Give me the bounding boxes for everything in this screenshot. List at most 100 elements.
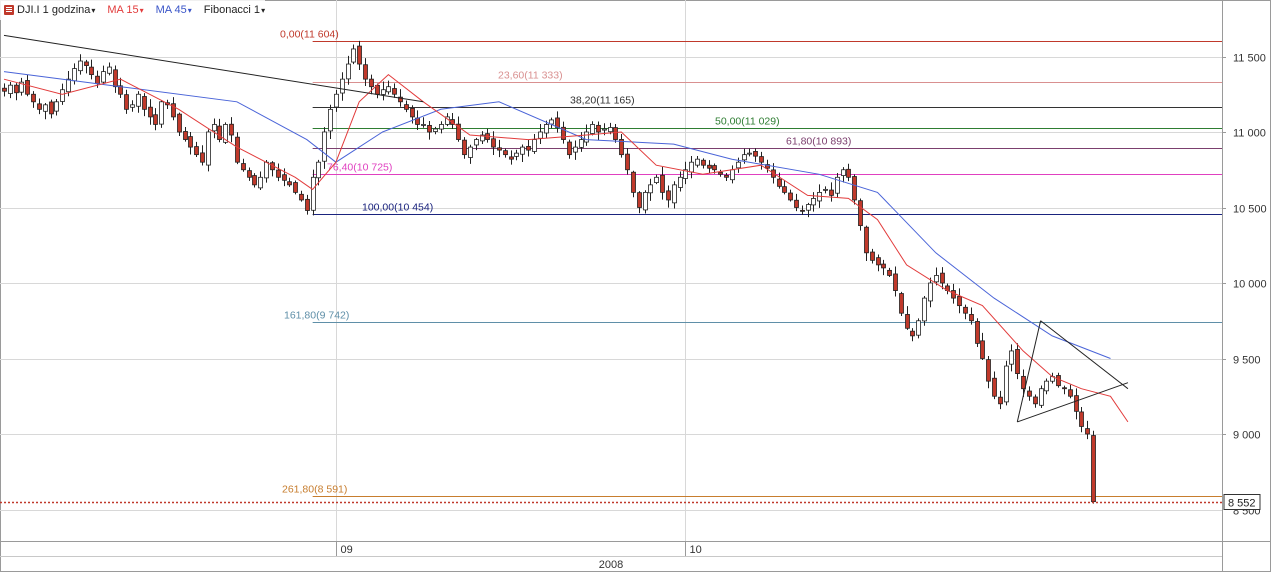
candle-body <box>544 124 549 134</box>
candle-body <box>369 78 374 88</box>
candle-body <box>1004 365 1009 403</box>
candle-body <box>858 200 863 227</box>
candle-body <box>37 103 42 110</box>
candle-body <box>264 161 269 179</box>
candle-body <box>293 182 298 193</box>
candle-body <box>468 146 473 158</box>
candle-body <box>777 178 782 187</box>
fib-level-label: 50,00(11 029) <box>715 116 780 128</box>
candle-body <box>1056 375 1061 387</box>
candle-body <box>1033 396 1038 405</box>
candle-body <box>794 199 799 208</box>
candle-body <box>637 192 642 208</box>
candle-body <box>328 108 333 132</box>
candle-body <box>462 139 467 156</box>
candle-body <box>963 306 968 314</box>
last-price-label: 8 552 <box>1228 498 1256 510</box>
chart-frame <box>0 0 1271 572</box>
candle-body <box>753 151 758 157</box>
candle-body <box>142 96 147 110</box>
candle-body <box>212 124 217 132</box>
candle-body <box>922 297 927 322</box>
y-tick-label: 9 000 <box>1233 430 1261 442</box>
candle-body <box>736 161 741 169</box>
y-tick-label: 10 500 <box>1233 204 1267 216</box>
candle-body <box>153 114 158 125</box>
candle-body <box>928 282 933 302</box>
candle-body <box>841 169 846 176</box>
fibonacci-indicator[interactable]: Fibonacci 1 ▾ <box>204 4 265 16</box>
candle-body <box>8 84 13 94</box>
candle-body <box>992 377 997 397</box>
candle-body <box>410 107 415 118</box>
candle-body <box>311 176 316 211</box>
candle-body <box>113 69 118 88</box>
candle-body <box>334 93 339 108</box>
candle-body <box>625 153 630 171</box>
candle-body <box>95 75 100 85</box>
y-tick-label: 9 500 <box>1233 355 1261 367</box>
candle-body <box>532 139 537 152</box>
ma45-indicator[interactable]: MA 45 ▾ <box>156 4 192 16</box>
fib-level-label: 76,40(10 725) <box>327 162 392 174</box>
candle-body <box>229 123 234 136</box>
candle-body <box>608 127 613 133</box>
candle-body <box>823 188 828 191</box>
candle-body <box>1062 387 1067 390</box>
price-chart[interactable]: 9 000 9 500 10 000 10 500 11 000 11 500 09 10 20… <box>0 0 1271 572</box>
candle-body <box>1009 350 1014 365</box>
candle-body <box>672 184 677 204</box>
candle-body <box>177 113 182 133</box>
candle-body <box>916 320 921 336</box>
candle-body <box>404 104 409 110</box>
candle-body <box>951 290 956 299</box>
candle-body <box>864 226 869 254</box>
candle-body <box>381 89 386 95</box>
candle-body <box>497 147 502 151</box>
ma15-label: MA 15 <box>107 4 139 16</box>
candle-body <box>1074 395 1079 412</box>
candle-body <box>811 198 816 206</box>
candle-body <box>282 174 287 181</box>
candle-body <box>998 396 1003 405</box>
candle-body <box>724 174 729 178</box>
candle-body <box>870 251 875 261</box>
candle-body <box>1039 388 1044 406</box>
candle-body <box>340 78 345 94</box>
symbol-selector[interactable]: DJI.I 1 godzina ▾ <box>4 4 95 16</box>
ma15-indicator[interactable]: MA 15 ▾ <box>107 4 143 16</box>
candle-body <box>934 275 939 283</box>
candle-body <box>235 136 240 163</box>
candle-body <box>876 257 881 266</box>
candle-body <box>194 146 199 156</box>
candle-body <box>759 156 764 163</box>
candle-body <box>491 138 496 148</box>
candle-body <box>276 169 281 178</box>
candle-body <box>357 45 362 65</box>
candle-body <box>957 296 962 307</box>
candle-body <box>986 359 991 382</box>
candle-body <box>747 152 752 155</box>
candle-body <box>887 269 892 276</box>
candle-body <box>910 330 915 337</box>
fib-level-label: 161,80(9 742) <box>284 310 349 322</box>
candle-body <box>49 101 54 115</box>
candle-body <box>351 48 356 63</box>
candle-body <box>89 66 94 76</box>
fib-level-label: 38,20(11 165) <box>570 95 635 107</box>
candle-body <box>43 104 48 112</box>
candle-body <box>421 124 426 126</box>
year-label: 2008 <box>599 559 623 571</box>
candle-body <box>287 181 292 186</box>
candle-body <box>241 163 246 171</box>
candle-body <box>730 169 735 181</box>
candle-body <box>660 174 665 193</box>
candle-body <box>520 146 525 155</box>
candle-body <box>695 158 700 166</box>
candle-body <box>299 193 304 201</box>
candle-body <box>200 152 205 163</box>
candle-body <box>905 314 910 329</box>
candle-body <box>252 175 257 186</box>
candle-body <box>392 88 397 95</box>
candle-body <box>718 171 723 175</box>
